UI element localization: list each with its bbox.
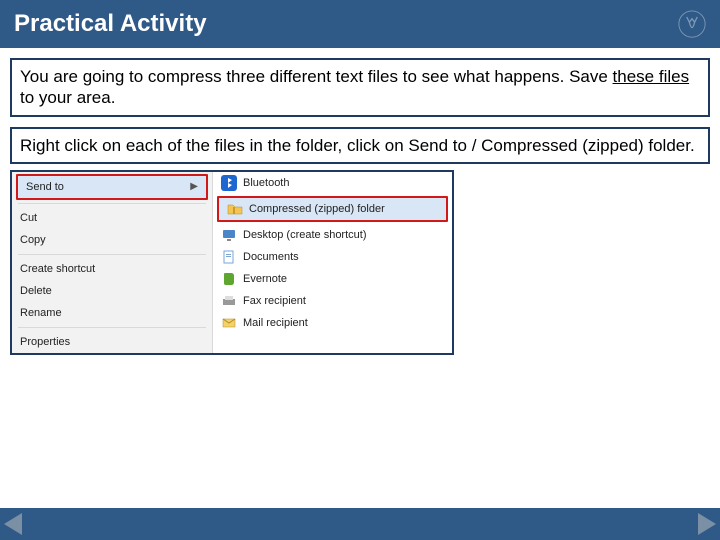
menu-label: Delete bbox=[20, 285, 52, 297]
menu-label: Cut bbox=[20, 212, 37, 224]
menu-item-properties[interactable]: Properties bbox=[12, 331, 212, 353]
submenu-item-bluetooth[interactable]: Bluetooth bbox=[213, 172, 452, 194]
highlight-box-compressed: Compressed (zipped) folder bbox=[217, 196, 448, 222]
menu-item-send-to[interactable]: Send to ▶ bbox=[18, 176, 206, 198]
context-menu-screenshot: Send to ▶ Cut Copy Create shortcut Delet… bbox=[10, 170, 454, 355]
prev-slide-button[interactable] bbox=[4, 513, 22, 535]
menu-label: Documents bbox=[243, 251, 299, 263]
mail-icon bbox=[221, 315, 237, 331]
menu-item-delete[interactable]: Delete bbox=[12, 280, 212, 302]
menu-label: Copy bbox=[20, 234, 46, 246]
slide-header: Practical Activity bbox=[0, 0, 720, 48]
menu-item-cut[interactable]: Cut bbox=[12, 207, 212, 229]
submenu-item-evernote[interactable]: Evernote bbox=[213, 268, 452, 290]
slide: Practical Activity You are going to comp… bbox=[0, 0, 720, 540]
bluetooth-icon bbox=[221, 175, 237, 191]
menu-item-create-shortcut[interactable]: Create shortcut bbox=[12, 258, 212, 280]
evernote-icon bbox=[221, 271, 237, 287]
menu-label: Compressed (zipped) folder bbox=[249, 203, 385, 215]
menu-label: Desktop (create shortcut) bbox=[243, 229, 367, 241]
zip-folder-icon bbox=[227, 201, 243, 217]
these-files-link[interactable]: these files bbox=[613, 67, 690, 86]
text: You are going to compress three differen… bbox=[20, 67, 613, 86]
submenu-item-mail[interactable]: Mail recipient bbox=[213, 312, 452, 334]
context-menu-left: Send to ▶ Cut Copy Create shortcut Delet… bbox=[12, 172, 212, 353]
next-slide-button[interactable] bbox=[698, 513, 716, 535]
menu-label: Fax recipient bbox=[243, 295, 306, 307]
menu-label: Create shortcut bbox=[20, 263, 95, 275]
fax-icon bbox=[221, 293, 237, 309]
menu-label: Send to bbox=[26, 181, 64, 193]
menu-label: Bluetooth bbox=[243, 177, 289, 189]
menu-item-copy[interactable]: Copy bbox=[12, 229, 212, 251]
submenu-item-fax[interactable]: Fax recipient bbox=[213, 290, 452, 312]
slide-footer bbox=[0, 508, 720, 540]
submenu-item-desktop[interactable]: Desktop (create shortcut) bbox=[213, 224, 452, 246]
menu-item-rename[interactable]: Rename bbox=[12, 302, 212, 324]
highlight-box-sendto: Send to ▶ bbox=[16, 174, 208, 200]
send-to-submenu: Bluetooth Compressed (zipped) folder Des… bbox=[212, 172, 452, 353]
menu-label: Mail recipient bbox=[243, 317, 308, 329]
text: to your area. bbox=[20, 88, 115, 107]
submenu-item-documents[interactable]: Documents bbox=[213, 246, 452, 268]
submenu-arrow-icon: ▶ bbox=[190, 181, 198, 192]
instruction-box-1: You are going to compress three differen… bbox=[10, 58, 710, 117]
documents-icon bbox=[221, 249, 237, 265]
deer-logo-icon bbox=[678, 10, 706, 38]
menu-label: Properties bbox=[20, 336, 70, 348]
submenu-item-compressed-folder[interactable]: Compressed (zipped) folder bbox=[219, 198, 446, 220]
instruction-box-2: Right click on each of the files in the … bbox=[10, 127, 710, 164]
slide-title: Practical Activity bbox=[14, 10, 207, 38]
menu-label: Rename bbox=[20, 307, 62, 319]
desktop-icon bbox=[221, 227, 237, 243]
menu-label: Evernote bbox=[243, 273, 287, 285]
